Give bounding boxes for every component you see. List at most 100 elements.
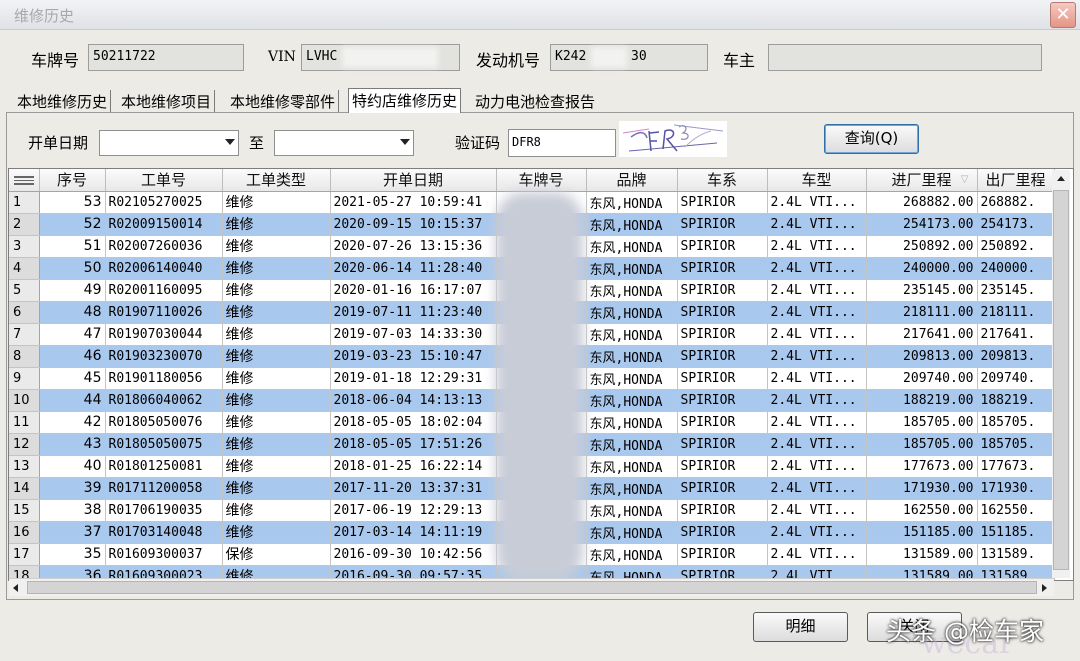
brand-cell: 东风,HONDA bbox=[586, 279, 678, 302]
order-no-cell: R01805050076 bbox=[105, 411, 223, 434]
series-cell: SPIRIOR bbox=[677, 389, 768, 412]
seq-cell: 42 bbox=[39, 411, 106, 434]
row-number: 6 bbox=[9, 301, 40, 324]
order-type-cell: 维修 bbox=[222, 323, 331, 346]
open-date-cell: 2020-01-16 16:17:07 bbox=[330, 279, 497, 302]
row-number: 17 bbox=[9, 543, 40, 566]
close-window-icon[interactable]: ✕ bbox=[1050, 2, 1076, 28]
tab-local-parts[interactable]: 本地维修零部件 bbox=[227, 90, 340, 112]
col-header-brand[interactable]: 品牌 bbox=[586, 169, 678, 192]
order-type-cell: 维修 bbox=[222, 345, 331, 368]
col-header-series[interactable]: 车系 bbox=[677, 169, 768, 192]
series-cell: SPIRIOR bbox=[677, 455, 768, 478]
vertical-scroll-thumb[interactable] bbox=[1053, 190, 1069, 570]
model-cell: 2.4L VTI... bbox=[767, 521, 867, 544]
order-type-cell: 维修 bbox=[222, 279, 331, 302]
col-header-out-mileage[interactable]: 出厂里程 bbox=[977, 169, 1055, 192]
series-cell: SPIRIOR bbox=[677, 279, 768, 302]
menu-lines-icon bbox=[13, 175, 34, 185]
seq-cell: 35 bbox=[39, 543, 106, 566]
model-cell: 2.4L VTI... bbox=[767, 367, 867, 390]
row-number: 11 bbox=[9, 411, 40, 434]
row-number: 7 bbox=[9, 323, 40, 346]
horizontal-scrollbar[interactable] bbox=[9, 578, 1054, 596]
model-cell: 2.4L VTI... bbox=[767, 411, 867, 434]
row-number: 3 bbox=[9, 235, 40, 258]
engine-redaction bbox=[591, 47, 627, 68]
captcha-image[interactable] bbox=[619, 121, 727, 157]
open-date-cell: 2018-05-05 18:02:04 bbox=[330, 411, 497, 434]
scroll-up-icon[interactable] bbox=[1057, 176, 1065, 181]
order-no-cell: R01907030044 bbox=[105, 323, 223, 346]
brand-cell: 东风,HONDA bbox=[586, 345, 678, 368]
seq-cell: 40 bbox=[39, 455, 106, 478]
open-date-cell: 2021-05-27 10:59:41 bbox=[330, 191, 497, 214]
scroll-right-icon[interactable] bbox=[1042, 584, 1047, 592]
tab-local-history[interactable]: 本地维修历史 bbox=[14, 90, 112, 112]
row-number: 8 bbox=[9, 345, 40, 368]
out-mileage-cell: 268882. bbox=[977, 191, 1055, 214]
captcha-input[interactable]: DFR8 bbox=[508, 129, 616, 157]
col-header-open-date[interactable]: 开单日期 bbox=[330, 169, 497, 192]
seq-cell: 50 bbox=[39, 257, 106, 280]
start-date-label: 开单日期 bbox=[28, 134, 89, 152]
tab-dealer-history[interactable]: 特约店维修历史 bbox=[348, 88, 462, 113]
order-type-cell: 维修 bbox=[222, 367, 331, 390]
tab-battery-report[interactable]: 动力电池检查报告 bbox=[472, 90, 598, 112]
seq-cell: 48 bbox=[39, 301, 106, 324]
tab-local-items[interactable]: 本地维修项目 bbox=[118, 90, 216, 112]
model-cell: 2.4L VTI... bbox=[767, 499, 867, 522]
col-header-model[interactable]: 车型 bbox=[767, 169, 867, 192]
brand-cell: 东风,HONDA bbox=[586, 521, 678, 544]
in-mileage-cell: 177673.00 bbox=[866, 455, 978, 478]
seq-cell: 39 bbox=[39, 477, 106, 500]
brand-cell: 东风,HONDA bbox=[586, 213, 678, 236]
watermark: 头条 @检车家 bbox=[886, 617, 1044, 646]
detail-button[interactable]: 明细 bbox=[753, 612, 848, 642]
start-date-select[interactable] bbox=[99, 130, 239, 156]
order-no-cell: R02006140040 bbox=[105, 257, 223, 280]
window-title: 维修历史 bbox=[14, 7, 75, 25]
series-cell: SPIRIOR bbox=[677, 521, 768, 544]
col-header-order-no[interactable]: 工单号 bbox=[105, 169, 223, 192]
vin-label: VIN bbox=[268, 49, 296, 65]
order-no-cell: R01711200058 bbox=[105, 477, 223, 500]
open-date-cell: 2017-11-20 13:37:31 bbox=[330, 477, 497, 500]
engine-label: 发动机号 bbox=[476, 51, 541, 70]
out-mileage-cell: 240000. bbox=[977, 257, 1055, 280]
chevron-down-icon bbox=[400, 139, 410, 145]
model-cell: 2.4L VTI... bbox=[767, 389, 867, 412]
tab-strip: 本地维修历史 本地维修项目 本地维修零部件 特约店维修历史 动力电池检查报告 bbox=[6, 88, 1078, 113]
model-cell: 2.4L VTI... bbox=[767, 235, 867, 258]
horizontal-scroll-thumb[interactable] bbox=[27, 581, 1037, 594]
col-header-order-type[interactable]: 工单类型 bbox=[222, 169, 331, 192]
in-mileage-cell: 240000.00 bbox=[866, 257, 978, 280]
col-header-in-mileage[interactable]: 进厂里程 ▽ bbox=[866, 169, 978, 192]
series-cell: SPIRIOR bbox=[677, 345, 768, 368]
engine-suffix: 30 bbox=[631, 49, 647, 64]
to-label: 至 bbox=[249, 134, 265, 152]
engine-field[interactable]: K242 30 bbox=[550, 44, 708, 71]
end-date-select[interactable] bbox=[274, 130, 414, 156]
row-number: 16 bbox=[9, 521, 40, 544]
row-number: 9 bbox=[9, 367, 40, 390]
plate-redaction bbox=[496, 192, 583, 582]
scroll-left-icon[interactable] bbox=[13, 584, 18, 592]
grid-corner[interactable] bbox=[9, 169, 40, 192]
grid-header: 序号 工单号 工单类型 开单日期 车牌号 品牌 车系 车型 进厂里程 ▽ 出厂里程 bbox=[9, 169, 1055, 192]
plate-field[interactable]: 50211722 bbox=[88, 44, 244, 71]
col-header-plate[interactable]: 车牌号 bbox=[496, 169, 587, 192]
seq-cell: 44 bbox=[39, 389, 106, 412]
in-mileage-cell: 171930.00 bbox=[866, 477, 978, 500]
owner-field[interactable] bbox=[768, 44, 1042, 71]
out-mileage-cell: 217641. bbox=[977, 323, 1055, 346]
open-date-cell: 2019-01-18 12:29:31 bbox=[330, 367, 497, 390]
query-button[interactable]: 查询(Q) bbox=[824, 124, 919, 154]
model-cell: 2.4L VTI... bbox=[767, 543, 867, 566]
out-mileage-cell: 209813. bbox=[977, 345, 1055, 368]
col-header-seq[interactable]: 序号 bbox=[39, 169, 106, 192]
order-type-cell: 维修 bbox=[222, 389, 331, 412]
model-cell: 2.4L VTI... bbox=[767, 279, 867, 302]
vertical-scrollbar[interactable] bbox=[1052, 170, 1070, 578]
open-date-cell: 2020-07-26 13:15:36 bbox=[330, 235, 497, 258]
